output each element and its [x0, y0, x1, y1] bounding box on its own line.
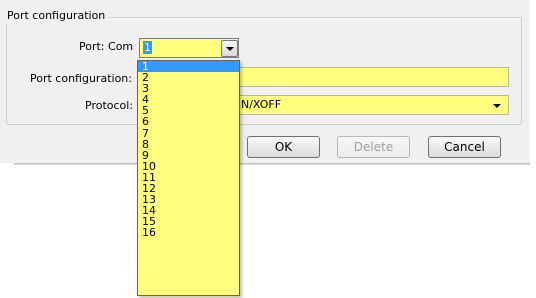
delete-button[interactable]: Delete — [337, 136, 410, 158]
dropdown-option-1[interactable]: 1 — [138, 61, 239, 73]
chevron-down-icon — [493, 104, 501, 108]
dropdown-option-7[interactable]: 7 — [138, 128, 239, 139]
cancel-button[interactable]: Cancel — [428, 136, 501, 158]
dropdown-option-4[interactable]: 4 — [138, 94, 239, 105]
dropdown-option-8[interactable]: 8 — [138, 139, 239, 150]
ok-button[interactable]: OK — [247, 136, 320, 158]
protocol-label: Protocol: — [85, 99, 134, 112]
dropdown-option-3[interactable]: 3 — [138, 83, 239, 94]
port-configuration-label: Port configuration: — [30, 72, 132, 85]
port-selected-value: 1 — [143, 41, 152, 54]
protocol-dropdown-button[interactable] — [490, 99, 504, 113]
dropdown-option-16[interactable]: 16 — [138, 227, 239, 238]
port-dropdown-list[interactable]: 1 2 3 4 5 6 7 8 9 10 11 12 13 14 15 16 — [137, 60, 240, 296]
groupbox-title: Port configuration — [4, 9, 109, 23]
dropdown-option-2[interactable]: 2 — [138, 72, 239, 83]
port-configuration-dialog: Port configuration Port: Com 1 Port conf… — [0, 0, 530, 163]
port-combobox[interactable]: 1 — [139, 38, 239, 58]
dropdown-option-5[interactable]: 5 — [138, 105, 239, 116]
dropdown-option-6[interactable]: 6 — [138, 116, 239, 127]
chevron-down-icon — [225, 46, 234, 51]
dialog-bottom-edge — [14, 163, 530, 165]
port-label: Port: Com — [79, 40, 134, 53]
port-dropdown-button[interactable] — [221, 40, 238, 57]
protocol-value: N/XOFF — [241, 98, 282, 111]
